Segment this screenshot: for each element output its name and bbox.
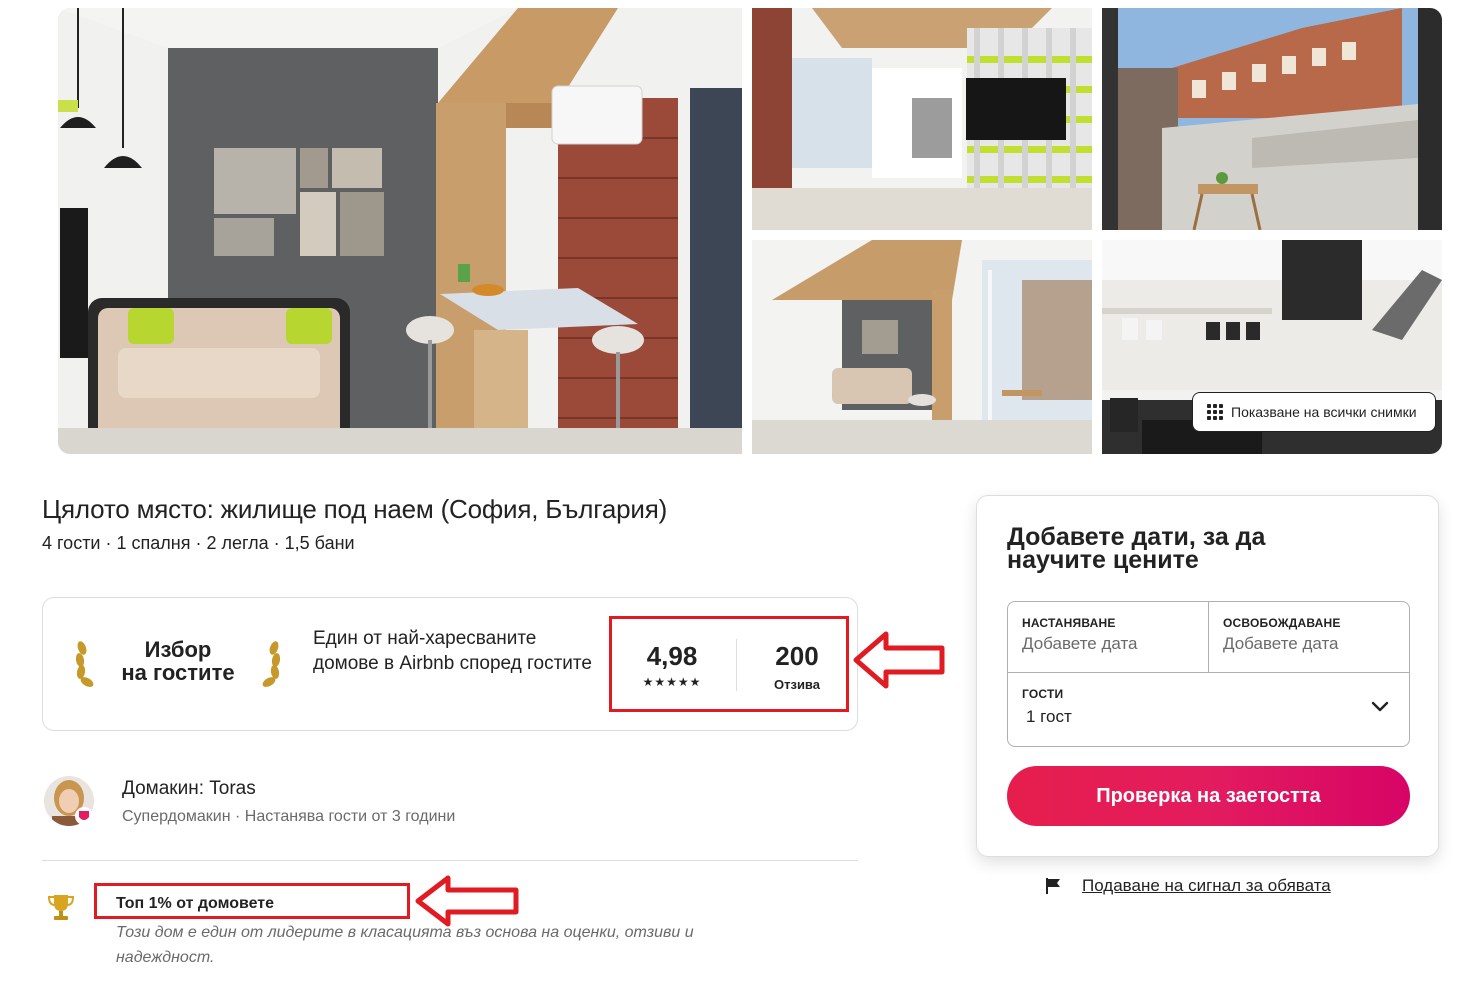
booking-card: Добавете дати, за да научите цените НАСТ… [976,495,1439,857]
grid-icon [1207,404,1223,420]
show-all-photos-label: Показване на всички снимки [1231,404,1417,420]
check-availability-button[interactable]: Проверка на заетостта [1007,766,1410,826]
guest-favorite-description: Един от най-харесваните домове в Airbnb … [313,628,592,674]
checkin-value: Добавете дата [1022,634,1138,653]
host-meta: Супердомакин · Настанява гости от 3 годи… [122,808,456,825]
laurel-right-icon [262,641,281,687]
top-percent-description: Този дом е един от лидерите в класацията… [116,924,694,966]
listing-summary: 4 гости · 1 спалня · 2 легла · 1,5 бани [42,533,355,553]
guests-label: ГОСТИ [1022,687,1064,701]
guest-favorite-badge: Избор на гостите [73,634,283,694]
booking-title: Добавете дати, за да научите цените [1007,523,1266,574]
report-listing[interactable]: Подаване на сигнал за обявата [1044,876,1331,896]
chevron-down-icon [1371,701,1389,712]
checkin-label: НАСТАНЯВАНЕ [1022,616,1116,630]
checkout-value: Добавете дата [1223,634,1339,653]
host-name[interactable]: Домакин: Toras [122,778,256,800]
listing-title: Цялото място: жилище под наем (София, Бъ… [42,494,668,524]
laurel-left-icon [75,641,94,687]
badge-line-2: на гостите [121,660,235,685]
show-all-photos-button[interactable]: Показване на всички снимки [1192,392,1436,432]
badge-line-1: Избор [144,637,212,662]
trophy-icon [48,895,74,920]
dates-guests-picker: НАСТАНЯВАНЕ Добавете дата ОСВОБОЖДАВАНЕ … [1007,601,1410,747]
checkin-field[interactable]: НАСТАНЯВАНЕ Добавете дата [1008,602,1209,672]
photo-balcony[interactable] [1102,8,1442,230]
flag-icon [1046,878,1060,894]
checkout-label: ОСВОБОЖДАВАНЕ [1223,616,1341,630]
rating-divider [736,639,737,691]
guests-dropdown[interactable]: ГОСТИ 1 гост [1008,673,1409,748]
rating-score: 4,98 [646,641,698,671]
rating-highlight-box: 4,98 ★★★★★ 200 Отзива [609,616,849,712]
reviews-label[interactable]: Отзива [752,677,842,692]
photo-kitchen-tv[interactable] [752,8,1092,230]
report-listing-link[interactable]: Подаване на сигнал за обявата [1082,876,1331,896]
reviews-count[interactable]: 200 [752,641,842,672]
rating-stars-icon: ★★★★★ [642,675,702,689]
checkout-field[interactable]: ОСВОБОЖДАВАНЕ Добавете дата [1209,602,1411,672]
guest-favorite-title: Избор на гостите [107,638,249,684]
guest-favorite-card[interactable]: Избор на гостите Един от най-харесваните… [42,597,858,731]
superhost-badge-icon [75,807,93,825]
photo-room-overview[interactable] [752,240,1092,454]
top-percent-title: Топ 1% от домовете [116,895,275,912]
photo-gallery: Показване на всички снимки [58,8,1442,454]
annotation-arrow-icon [853,631,945,689]
guests-value: 1 гост [1026,707,1072,726]
section-divider [42,860,858,861]
main-photo-living-room[interactable] [58,8,742,454]
